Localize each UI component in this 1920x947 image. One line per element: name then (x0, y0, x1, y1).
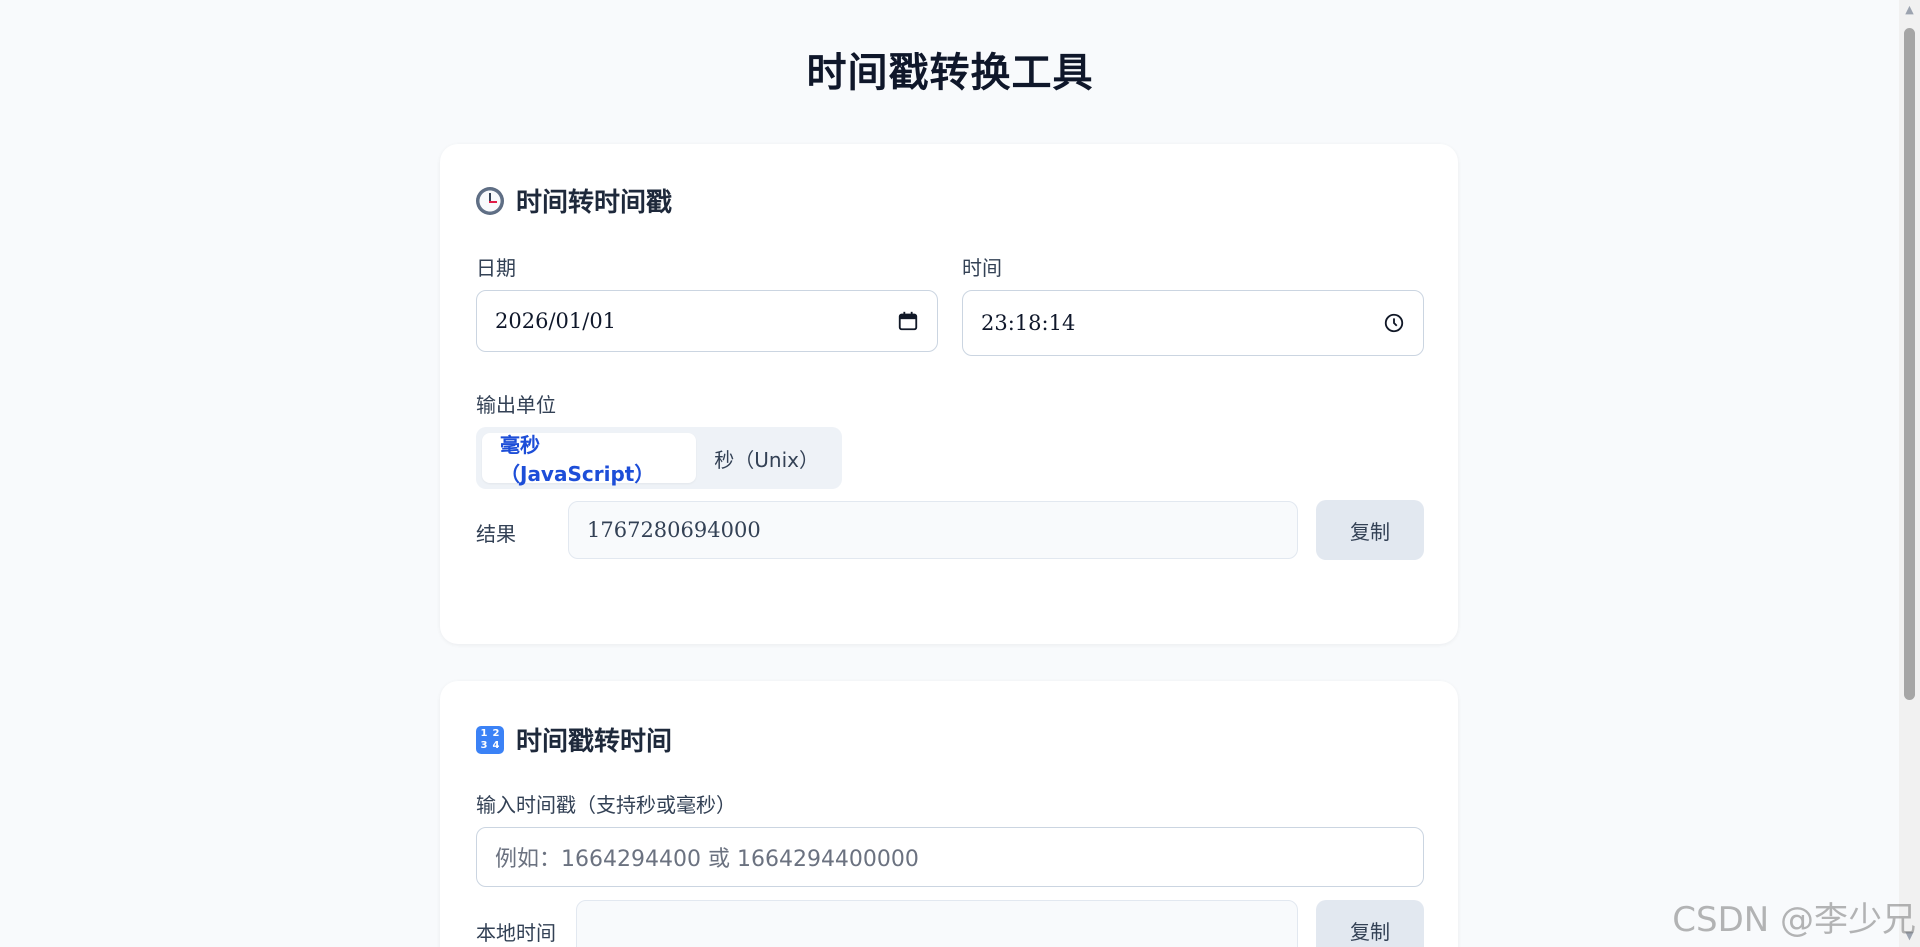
card-title: 时间戳转时间 (516, 727, 673, 757)
unit-option-milliseconds[interactable]: 毫秒（JavaScript） (482, 433, 697, 486)
local-time-output[interactable] (576, 900, 1298, 947)
unit-toggle: 毫秒（JavaScript） 秒（Unix） (476, 427, 842, 489)
clock-icon (476, 186, 504, 215)
date-value: 2026/01/01 (495, 309, 617, 333)
clock-outline-icon[interactable] (1383, 312, 1405, 334)
timestamp-input-label: 输入时间戳（支持秒或毫秒） (476, 793, 736, 817)
page-title: 时间戳转换工具 (806, 50, 1094, 96)
timestamp-input[interactable]: 例如：1664294400 或 1664294400000 (476, 827, 1424, 887)
result-value: 1767280694000 (587, 518, 761, 542)
unit-option-seconds[interactable]: 秒（Unix） (696, 433, 836, 483)
card-header: 1234 时间戳转时间 (476, 721, 672, 758)
time-to-timestamp-card: 时间转时间戳 日期 2026/01/01 时间 23:18:14 输出单位 毫秒… (440, 144, 1458, 644)
local-time-label: 本地时间 (476, 921, 556, 945)
unit-label: 输出单位 (476, 393, 556, 417)
time-label: 时间 (962, 256, 1002, 280)
scroll-up-icon[interactable]: ▲ (1903, 4, 1916, 16)
numbers-icon: 1234 (476, 725, 504, 754)
vertical-scrollbar[interactable]: ▲ ▼ (1899, 0, 1920, 947)
time-input[interactable]: 23:18:14 (962, 290, 1424, 356)
date-label: 日期 (476, 256, 516, 280)
copy-local-time-button[interactable]: 复制 (1316, 900, 1424, 947)
copy-result-button[interactable]: 复制 (1316, 500, 1424, 560)
result-label: 结果 (476, 522, 516, 546)
card-title: 时间转时间戳 (516, 188, 673, 218)
date-input[interactable]: 2026/01/01 (476, 290, 938, 352)
timestamp-to-time-card: 1234 时间戳转时间 输入时间戳（支持秒或毫秒） 例如：1664294400 … (440, 681, 1458, 947)
page: 时间戳转换工具 时间转时间戳 日期 2026/01/01 时间 23:18:14 (0, 0, 1920, 947)
time-value: 23:18:14 (981, 311, 1076, 335)
result-output[interactable]: 1767280694000 (568, 501, 1298, 559)
scroll-thumb[interactable] (1904, 28, 1915, 700)
card-header: 时间转时间戳 (476, 182, 672, 219)
watermark: CSDN @李少兄 (1672, 900, 1916, 940)
calendar-icon[interactable] (897, 310, 919, 332)
timestamp-input-placeholder: 例如：1664294400 或 1664294400000 (495, 847, 919, 872)
